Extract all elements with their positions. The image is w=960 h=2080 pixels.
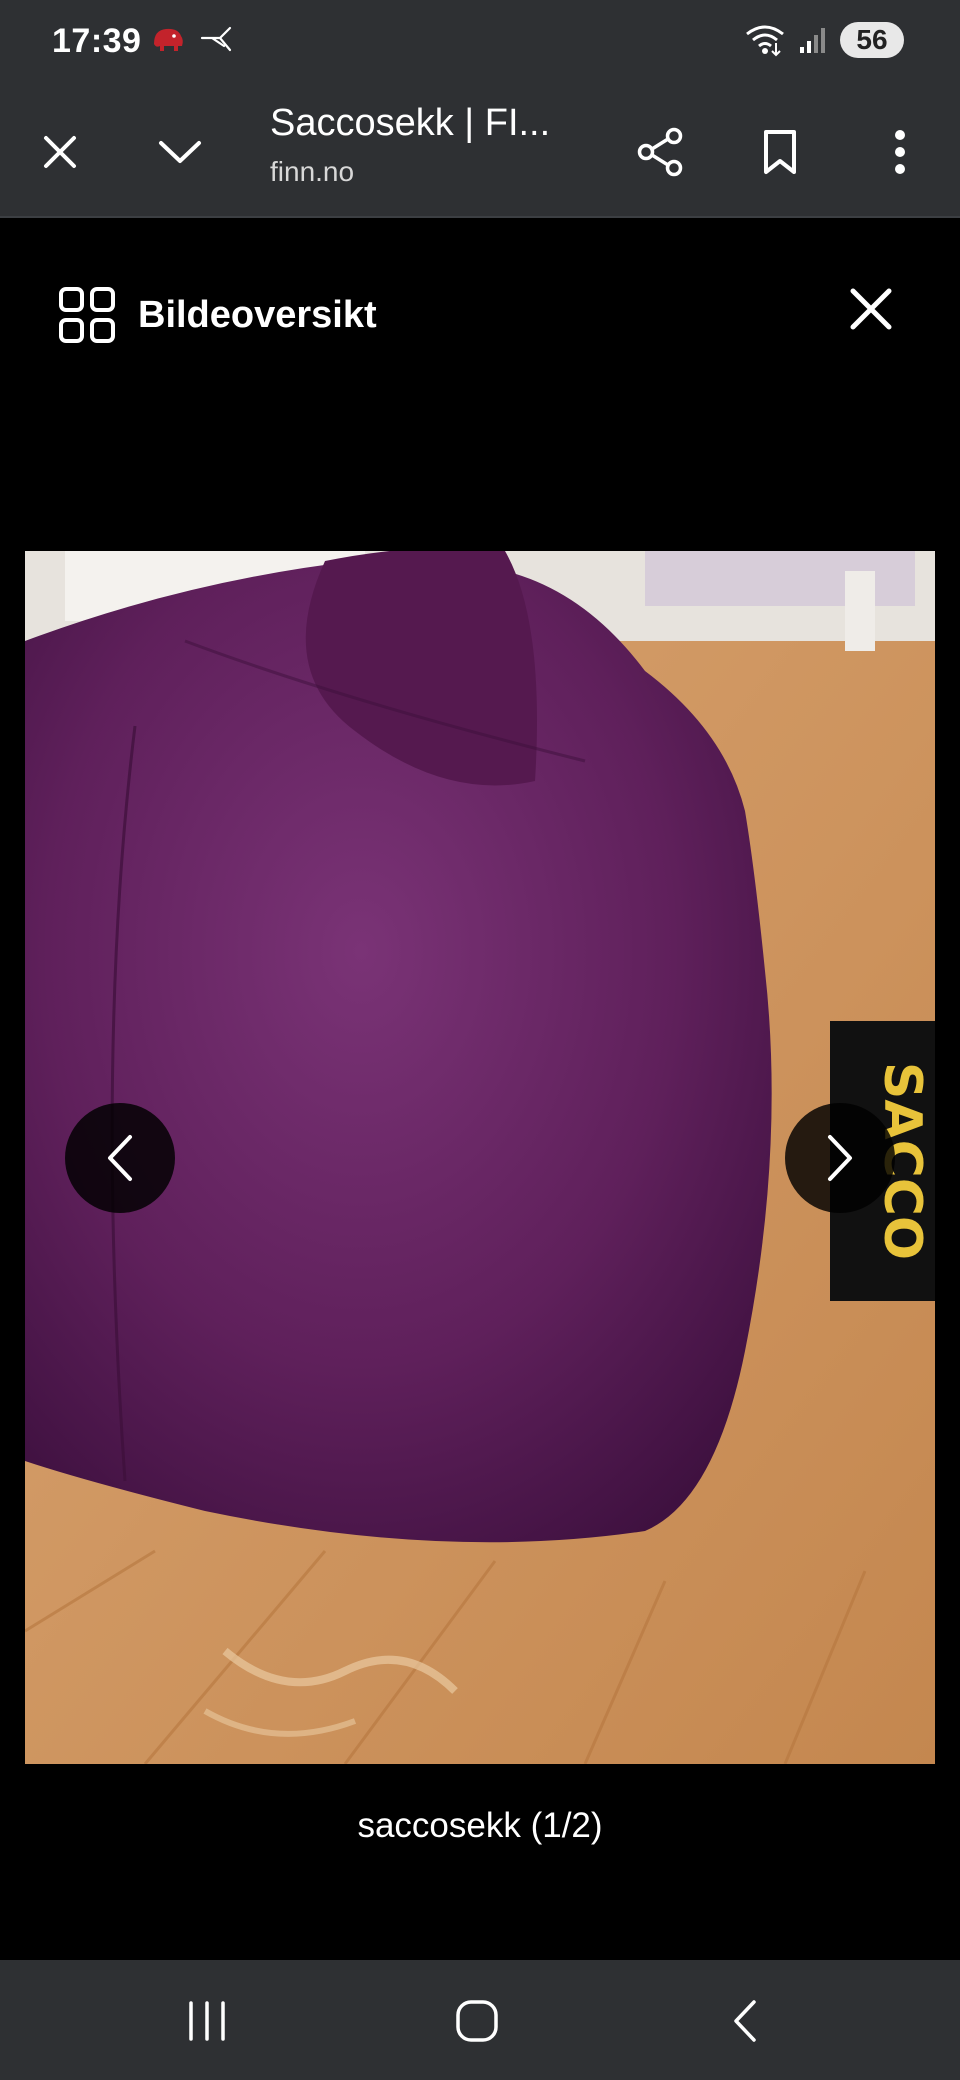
gallery-header: Bildeoversikt bbox=[0, 250, 960, 380]
status-time: 17:39 bbox=[52, 22, 142, 60]
overview-label: Bildeoversikt bbox=[138, 293, 377, 336]
system-navigation-bar bbox=[0, 1960, 960, 2080]
browser-toolbar: Saccosekk | FI... finn.no bbox=[0, 90, 960, 218]
bird-notification-icon bbox=[200, 26, 232, 52]
chevron-left-icon bbox=[108, 1135, 132, 1181]
close-gallery-button[interactable] bbox=[838, 276, 904, 342]
recents-icon bbox=[189, 2001, 225, 2041]
battery-indicator: 56 bbox=[840, 22, 904, 58]
page-title[interactable]: Saccosekk | FI... bbox=[270, 102, 550, 145]
previous-image-button[interactable] bbox=[65, 1103, 175, 1213]
chevron-down-icon bbox=[159, 141, 201, 163]
minimize-button[interactable] bbox=[148, 120, 212, 184]
home-icon bbox=[456, 2000, 498, 2042]
share-icon bbox=[637, 127, 683, 177]
back-button[interactable] bbox=[710, 1990, 780, 2052]
signal-icon bbox=[800, 28, 825, 53]
home-button[interactable] bbox=[442, 1990, 512, 2052]
elephant-notification-icon bbox=[154, 28, 183, 51]
share-button[interactable] bbox=[628, 120, 692, 184]
recents-button[interactable] bbox=[172, 1990, 242, 2052]
next-image-button[interactable] bbox=[785, 1103, 895, 1213]
status-notifications bbox=[150, 24, 234, 54]
close-icon bbox=[850, 288, 892, 330]
wifi-icon bbox=[746, 25, 784, 57]
back-icon bbox=[734, 2000, 756, 2042]
bookmark-icon bbox=[764, 130, 796, 174]
image-overview-button[interactable]: Bildeoversikt bbox=[58, 286, 377, 344]
chevron-right-icon bbox=[828, 1135, 852, 1181]
grid-icon bbox=[59, 287, 115, 343]
close-icon bbox=[44, 136, 76, 168]
status-bar: 17:39 56 bbox=[0, 0, 960, 90]
more-vert-icon bbox=[895, 130, 905, 174]
more-options-button[interactable] bbox=[868, 120, 932, 184]
page-domain[interactable]: finn.no bbox=[270, 156, 354, 188]
status-system-icons: 56 bbox=[744, 22, 904, 58]
bookmark-button[interactable] bbox=[748, 120, 812, 184]
close-tab-button[interactable] bbox=[28, 120, 92, 184]
image-caption: saccosekk (1/2) bbox=[357, 1806, 603, 1845]
